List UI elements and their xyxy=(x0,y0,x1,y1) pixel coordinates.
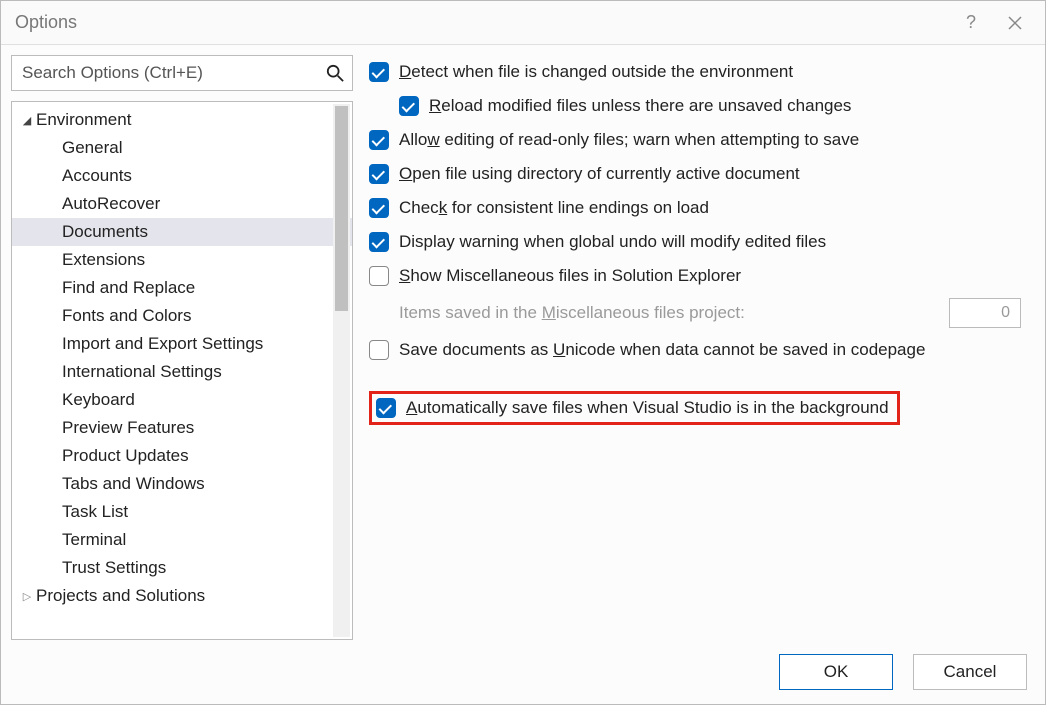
close-icon xyxy=(1008,16,1022,30)
tree-node-trust[interactable]: Trust Settings xyxy=(12,554,352,582)
caret-down-icon: ◢ xyxy=(18,114,36,127)
tree-label: Preview Features xyxy=(62,418,194,438)
tree-label: Import and Export Settings xyxy=(62,334,263,354)
options-panel: Detect when file is changed outside the … xyxy=(363,55,1035,640)
left-pane: ◢ Environment General Accounts AutoRecov… xyxy=(11,55,353,640)
tree-node-autorecover[interactable]: AutoRecover xyxy=(12,190,352,218)
close-button[interactable] xyxy=(993,1,1037,45)
option-label: Automatically save files when Visual Stu… xyxy=(406,398,889,418)
scrollbar-thumb[interactable] xyxy=(335,106,348,311)
dialog-body: ◢ Environment General Accounts AutoRecov… xyxy=(1,45,1045,640)
checkbox-displaywarn[interactable] xyxy=(369,232,389,252)
tree-node-preview[interactable]: Preview Features xyxy=(12,414,352,442)
itemssaved-input[interactable] xyxy=(949,298,1021,328)
tree-label: Accounts xyxy=(62,166,132,186)
tree-scrollbar[interactable] xyxy=(333,104,350,637)
tree-label: Trust Settings xyxy=(62,558,166,578)
tree-node-general[interactable]: General xyxy=(12,134,352,162)
option-detect: Detect when file is changed outside the … xyxy=(369,55,1025,89)
tree-label: Tabs and Windows xyxy=(62,474,205,494)
tree-label: Keyboard xyxy=(62,390,135,410)
options-dialog: Options ? ◢ Environment xyxy=(0,0,1046,705)
option-autosave: Automatically save files when Visual Stu… xyxy=(376,398,889,418)
tree-label: General xyxy=(62,138,122,158)
tree-label: Product Updates xyxy=(62,446,189,466)
checkbox-detect[interactable] xyxy=(369,62,389,82)
dialog-footer: OK Cancel xyxy=(1,640,1045,704)
tree-node-accounts[interactable]: Accounts xyxy=(12,162,352,190)
checkbox-reload[interactable] xyxy=(399,96,419,116)
tree-node-productupdates[interactable]: Product Updates xyxy=(12,442,352,470)
dialog-title: Options xyxy=(15,12,77,33)
tree-content: ◢ Environment General Accounts AutoRecov… xyxy=(12,102,352,614)
checkbox-checkline[interactable] xyxy=(369,198,389,218)
checkbox-allowedit[interactable] xyxy=(369,130,389,150)
window-controls: ? xyxy=(949,1,1037,45)
checkbox-openfile[interactable] xyxy=(369,164,389,184)
option-displaywarn: Display warning when global undo will mo… xyxy=(369,225,1025,259)
option-label: Reload modified files unless there are u… xyxy=(429,96,851,116)
option-label: Save documents as Unicode when data cann… xyxy=(399,340,925,360)
tree-label: AutoRecover xyxy=(62,194,160,214)
tree-label: Terminal xyxy=(62,530,126,550)
cancel-button[interactable]: Cancel xyxy=(913,654,1027,690)
tree-node-importexport[interactable]: Import and Export Settings xyxy=(12,330,352,358)
help-button[interactable]: ? xyxy=(949,1,993,45)
option-allowedit: Allow editing of read-only files; warn w… xyxy=(369,123,1025,157)
options-tree: ◢ Environment General Accounts AutoRecov… xyxy=(11,101,353,640)
tree-node-tasklist[interactable]: Task List xyxy=(12,498,352,526)
option-label: Check for consistent line endings on loa… xyxy=(399,198,709,218)
search-wrap xyxy=(11,55,353,91)
tree-label: Extensions xyxy=(62,250,145,270)
search-input[interactable] xyxy=(12,56,352,90)
tree-node-extensions[interactable]: Extensions xyxy=(12,246,352,274)
tree-node-intl[interactable]: International Settings xyxy=(12,358,352,386)
option-label: Show Miscellaneous files in Solution Exp… xyxy=(399,266,741,286)
highlight-autosave: Automatically save files when Visual Stu… xyxy=(369,391,900,425)
tree-node-projectssolutions[interactable]: ▷ Projects and Solutions xyxy=(12,582,352,610)
option-label: Open file using directory of currently a… xyxy=(399,164,800,184)
tree-label: Projects and Solutions xyxy=(36,586,205,606)
option-label: Detect when file is changed outside the … xyxy=(399,62,793,82)
tree-label: Environment xyxy=(36,110,131,130)
tree-node-keyboard[interactable]: Keyboard xyxy=(12,386,352,414)
tree-label: Task List xyxy=(62,502,128,522)
option-reload: Reload modified files unless there are u… xyxy=(369,89,1025,123)
tree-label: Fonts and Colors xyxy=(62,306,191,326)
tree-label: International Settings xyxy=(62,362,222,382)
ok-button[interactable]: OK xyxy=(779,654,893,690)
tree-node-terminal[interactable]: Terminal xyxy=(12,526,352,554)
checkbox-unicode[interactable] xyxy=(369,340,389,360)
option-label: Allow editing of read-only files; warn w… xyxy=(399,130,859,150)
option-openfile: Open file using directory of currently a… xyxy=(369,157,1025,191)
option-showmisc: Show Miscellaneous files in Solution Exp… xyxy=(369,259,1025,293)
tree-node-tabswindows[interactable]: Tabs and Windows xyxy=(12,470,352,498)
option-itemssaved: Items saved in the Miscellaneous files p… xyxy=(369,293,1025,333)
tree-label: Find and Replace xyxy=(62,278,195,298)
tree-node-findreplace[interactable]: Find and Replace xyxy=(12,274,352,302)
option-label: Items saved in the Miscellaneous files p… xyxy=(399,303,745,323)
tree-node-documents[interactable]: Documents xyxy=(12,218,352,246)
tree-label: Documents xyxy=(62,222,148,242)
caret-right-icon: ▷ xyxy=(18,590,36,603)
option-checkline: Check for consistent line endings on loa… xyxy=(369,191,1025,225)
option-label: Display warning when global undo will mo… xyxy=(399,232,826,252)
tree-node-fontscolors[interactable]: Fonts and Colors xyxy=(12,302,352,330)
titlebar: Options ? xyxy=(1,1,1045,45)
checkbox-showmisc[interactable] xyxy=(369,266,389,286)
checkbox-autosave[interactable] xyxy=(376,398,396,418)
search-icon xyxy=(326,64,344,82)
option-unicode: Save documents as Unicode when data cann… xyxy=(369,333,1025,367)
tree-node-environment[interactable]: ◢ Environment xyxy=(12,106,352,134)
